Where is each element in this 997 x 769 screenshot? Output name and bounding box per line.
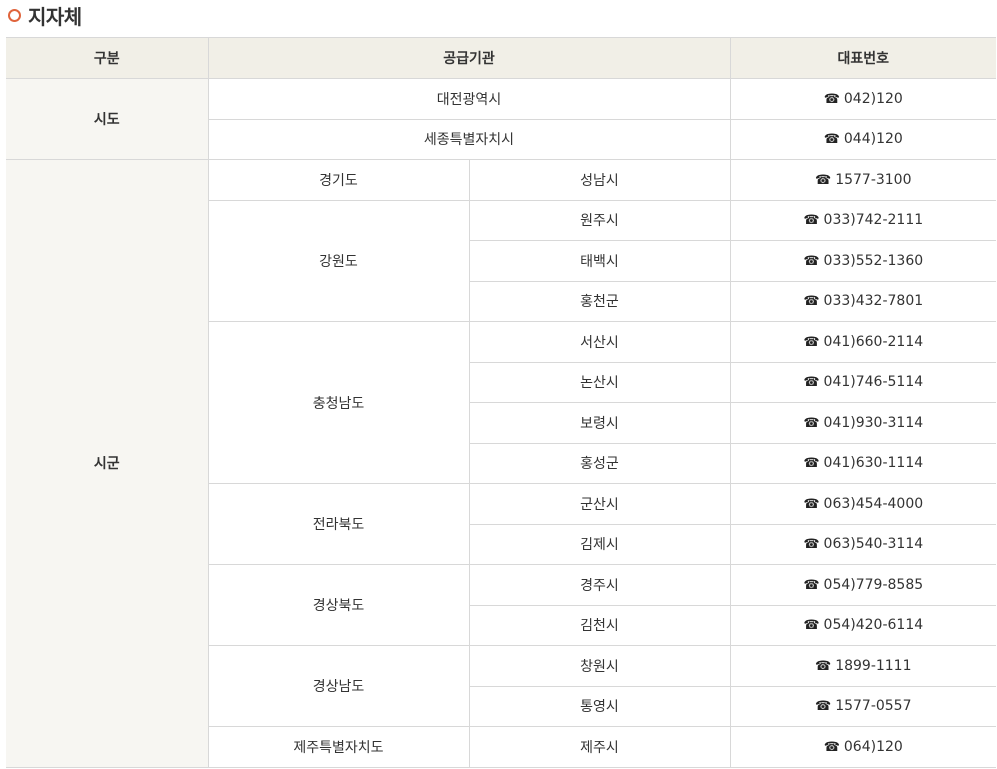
city-cell: 홍성군 bbox=[469, 442, 731, 484]
phone-cell: ☎ 041)630-1114 bbox=[729, 442, 996, 484]
section-title: 지자체 bbox=[8, 0, 82, 30]
city-cell: 원주시 bbox=[468, 199, 731, 241]
telephone-icon: ☎ bbox=[803, 537, 820, 553]
telephone-icon: ☎ bbox=[803, 577, 820, 593]
city-cell: 경주시 bbox=[468, 564, 731, 606]
phone-number: 041)630-1114 bbox=[823, 455, 924, 472]
phone-number: 1899-1111 bbox=[835, 657, 912, 674]
phone-number: 041)746-5114 bbox=[823, 374, 924, 391]
phone-number: 063)454-4000 bbox=[823, 495, 924, 512]
phone-cell: ☎ 063)540-3114 bbox=[729, 523, 996, 565]
phone-number: 041)660-2114 bbox=[823, 333, 924, 350]
org-cell: 대전광역시 bbox=[207, 78, 731, 120]
phone-number: 1577-0557 bbox=[835, 698, 912, 715]
phone-cell: ☎ 033)432-7801 bbox=[729, 280, 996, 322]
phone-number: 041)930-3114 bbox=[823, 414, 924, 431]
city-cell: 김제시 bbox=[469, 523, 731, 565]
phone-number: 054)779-8585 bbox=[823, 576, 924, 593]
table-row: 시도 대전광역시 ☎ 042)120 bbox=[6, 78, 996, 160]
telephone-icon: ☎ bbox=[803, 213, 820, 229]
city-cell: 창원시 bbox=[468, 645, 731, 687]
city-cell: 태백시 bbox=[469, 240, 731, 282]
phone-cell: ☎ 041)660-2114 bbox=[729, 321, 996, 363]
phone-cell: ☎ 041)746-5114 bbox=[729, 361, 996, 403]
city-cell: 서산시 bbox=[468, 321, 731, 363]
city-cell: 보령시 bbox=[469, 402, 731, 444]
phone-cell: ☎ 042)120 bbox=[729, 78, 996, 120]
phone-number: 064)120 bbox=[843, 738, 903, 755]
category-sigun: 시군 bbox=[6, 159, 209, 768]
phone-number: 063)540-3114 bbox=[823, 536, 924, 553]
province-cell: 충청남도 bbox=[208, 321, 470, 484]
header-category: 구분 bbox=[6, 37, 209, 79]
province-cell: 경상남도 bbox=[208, 645, 470, 727]
province-cell: 제주특별자치도 bbox=[208, 726, 470, 768]
agency-table: 구분 공급기관 대표번호 시도 대전광역시 ☎ 042)120 세종특별자치시 ☎… bbox=[6, 37, 996, 768]
city-cell: 군산시 bbox=[468, 483, 731, 525]
phone-cell: ☎ 033)742-2111 bbox=[729, 199, 996, 241]
province-cell: 강원도 bbox=[208, 199, 470, 322]
phone-number: 054)420-6114 bbox=[823, 617, 924, 634]
phone-cell: ☎ 041)930-3114 bbox=[729, 402, 996, 444]
phone-number: 044)120 bbox=[843, 131, 903, 148]
circle-bullet-icon bbox=[8, 8, 21, 22]
phone-cell: ☎ 064)120 bbox=[729, 726, 996, 768]
section-title-text: 지자체 bbox=[28, 4, 82, 29]
telephone-icon: ☎ bbox=[814, 658, 832, 674]
telephone-icon: ☎ bbox=[823, 132, 840, 148]
phone-number: 1577-3100 bbox=[835, 171, 912, 188]
telephone-icon: ☎ bbox=[814, 172, 832, 188]
city-cell: 논산시 bbox=[469, 361, 731, 403]
phone-cell: ☎ 044)120 bbox=[729, 118, 996, 160]
telephone-icon: ☎ bbox=[803, 253, 820, 269]
telephone-icon: ☎ bbox=[803, 618, 820, 634]
telephone-icon: ☎ bbox=[803, 415, 820, 431]
city-cell: 김천시 bbox=[469, 604, 731, 646]
table-row: 시군 경기도 성남시 ☎ 1577-3100 bbox=[6, 159, 996, 768]
province-cell: 전라북도 bbox=[208, 483, 470, 565]
phone-cell: ☎ 054)779-8585 bbox=[729, 564, 996, 606]
province-cell: 경기도 bbox=[207, 159, 470, 201]
province-cell: 경상북도 bbox=[208, 564, 470, 646]
table-header-row: 구분 공급기관 대표번호 bbox=[6, 37, 996, 79]
telephone-icon: ☎ bbox=[803, 334, 820, 350]
phone-number: 042)120 bbox=[843, 90, 903, 107]
city-cell: 통영시 bbox=[469, 685, 731, 727]
telephone-icon: ☎ bbox=[803, 294, 820, 310]
telephone-icon: ☎ bbox=[803, 375, 820, 391]
telephone-icon: ☎ bbox=[823, 739, 840, 755]
phone-cell: ☎ 054)420-6114 bbox=[729, 604, 996, 646]
telephone-icon: ☎ bbox=[814, 699, 832, 715]
phone-cell: ☎ 033)552-1360 bbox=[729, 240, 996, 282]
phone-cell: ☎ 1577-3100 bbox=[729, 159, 996, 201]
phone-cell: ☎ 063)454-4000 bbox=[729, 483, 996, 525]
category-sido: 시도 bbox=[6, 78, 209, 160]
city-cell: 성남시 bbox=[468, 159, 731, 201]
phone-number: 033)432-7801 bbox=[823, 293, 924, 310]
telephone-icon: ☎ bbox=[823, 91, 840, 107]
telephone-icon: ☎ bbox=[803, 496, 820, 512]
city-cell: 홍천군 bbox=[469, 280, 731, 322]
telephone-icon: ☎ bbox=[803, 456, 820, 472]
phone-cell: ☎ 1899-1111 bbox=[729, 645, 996, 687]
org-cell: 세종특별자치시 bbox=[208, 118, 731, 160]
phone-cell: ☎ 1577-0557 bbox=[729, 685, 996, 727]
phone-number: 033)742-2111 bbox=[823, 212, 924, 229]
header-phone: 대표번호 bbox=[729, 37, 996, 79]
header-agency: 공급기관 bbox=[207, 37, 731, 79]
city-cell: 제주시 bbox=[468, 726, 731, 768]
phone-number: 033)552-1360 bbox=[823, 252, 924, 269]
